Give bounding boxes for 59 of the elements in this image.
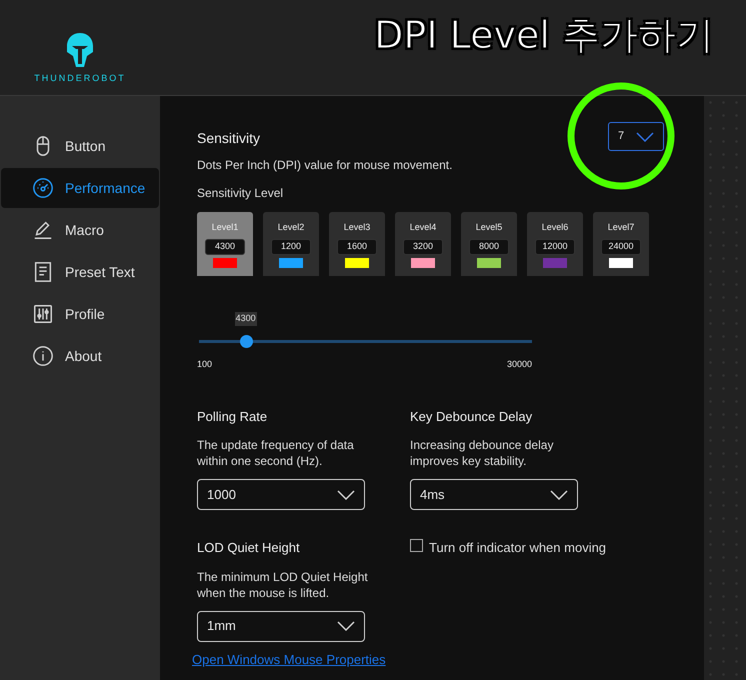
section-title: Sensitivity bbox=[197, 129, 260, 148]
slider-min-label: 100 bbox=[197, 358, 212, 371]
chevron-down-icon bbox=[636, 132, 654, 142]
dpi-level-card[interactable]: Level2 1200 bbox=[263, 212, 319, 276]
dpi-value-field[interactable]: 8000 bbox=[469, 238, 509, 254]
level-label: Level3 bbox=[344, 221, 370, 234]
helmet-logo-icon bbox=[66, 32, 94, 68]
chevron-down-icon bbox=[337, 490, 355, 500]
brand-name: THUNDEROBOT bbox=[34, 72, 126, 84]
sidebar-item[interactable]: Button bbox=[1, 126, 159, 166]
description-text: The update frequency of data within one second (Hz). bbox=[197, 437, 355, 469]
dpi-level-card[interactable]: Level5 8000 bbox=[461, 212, 517, 276]
dpi-value-field[interactable]: 24000 bbox=[601, 238, 641, 254]
sidebar-item[interactable]: About bbox=[1, 336, 159, 376]
mouse-properties-link[interactable]: Open Windows Mouse Properties bbox=[192, 650, 386, 669]
level-label: Level5 bbox=[476, 221, 502, 234]
slider-thumb[interactable] bbox=[240, 335, 253, 348]
level-count-dropdown[interactable]: 7 bbox=[608, 122, 664, 151]
description-text: The minimum LOD Quiet Height when the mouse is lifted. bbox=[197, 568, 369, 600]
chevron-down-icon bbox=[550, 490, 568, 500]
dpi-value-field[interactable]: 12000 bbox=[535, 238, 575, 254]
sliders-icon bbox=[32, 303, 54, 325]
annotation-caption: DPI Level 추가하기 bbox=[374, 16, 714, 54]
description-text: Dots Per Inch (DPI) value for mouse movement. bbox=[197, 157, 454, 174]
subsection-label: Sensitivity Level bbox=[197, 185, 284, 202]
section-title: Key Debounce Delay bbox=[410, 408, 534, 426]
dpi-level-card[interactable]: Level4 3200 bbox=[395, 212, 451, 276]
level-label: Level1 bbox=[212, 221, 238, 234]
checkbox-label: Turn off indicator when moving bbox=[429, 539, 606, 557]
dpi-value-field[interactable]: 1600 bbox=[337, 238, 377, 254]
dpi-level-card[interactable]: Level3 1600 bbox=[329, 212, 385, 276]
polling-rate-dropdown[interactable]: 1000 bbox=[197, 479, 365, 510]
sidebar-item[interactable]: Performance bbox=[1, 168, 159, 208]
chevron-down-icon bbox=[337, 621, 355, 631]
slider-max-label: 30000 bbox=[506, 358, 532, 371]
level-label: Level7 bbox=[608, 221, 634, 234]
debounce-dropdown[interactable]: 4ms bbox=[410, 479, 578, 510]
dpi-level-card[interactable]: Level7 24000 bbox=[593, 212, 649, 276]
description-text: Increasing debounce delay improves key stability. bbox=[410, 437, 554, 469]
pen-icon bbox=[32, 219, 54, 241]
dpi-value-field[interactable]: 3200 bbox=[403, 238, 443, 254]
checkbox[interactable] bbox=[410, 539, 423, 552]
dpi-level-card[interactable]: Level1 4300 bbox=[197, 212, 253, 276]
dpi-value-field[interactable]: 4300 bbox=[205, 238, 245, 254]
info-icon bbox=[32, 345, 54, 367]
level-label: Level6 bbox=[542, 221, 568, 234]
section-title: LOD Quiet Height bbox=[197, 539, 301, 557]
dpi-value-field[interactable]: 1200 bbox=[271, 238, 311, 254]
lod-height-dropdown[interactable]: 1mm bbox=[197, 610, 365, 642]
gauge-icon bbox=[32, 177, 54, 199]
sidebar-item[interactable]: Profile bbox=[1, 294, 159, 334]
dpi-level-card[interactable]: Level6 12000 bbox=[527, 212, 583, 276]
level-label: Level2 bbox=[278, 221, 304, 234]
section-title: Polling Rate bbox=[197, 408, 268, 426]
slider-value-tooltip: 4300 bbox=[234, 312, 257, 326]
document-icon bbox=[32, 261, 54, 283]
sidebar-item[interactable]: Preset Text bbox=[1, 252, 159, 292]
level-label: Level4 bbox=[410, 221, 436, 234]
sidebar-item[interactable]: Macro bbox=[1, 210, 159, 250]
